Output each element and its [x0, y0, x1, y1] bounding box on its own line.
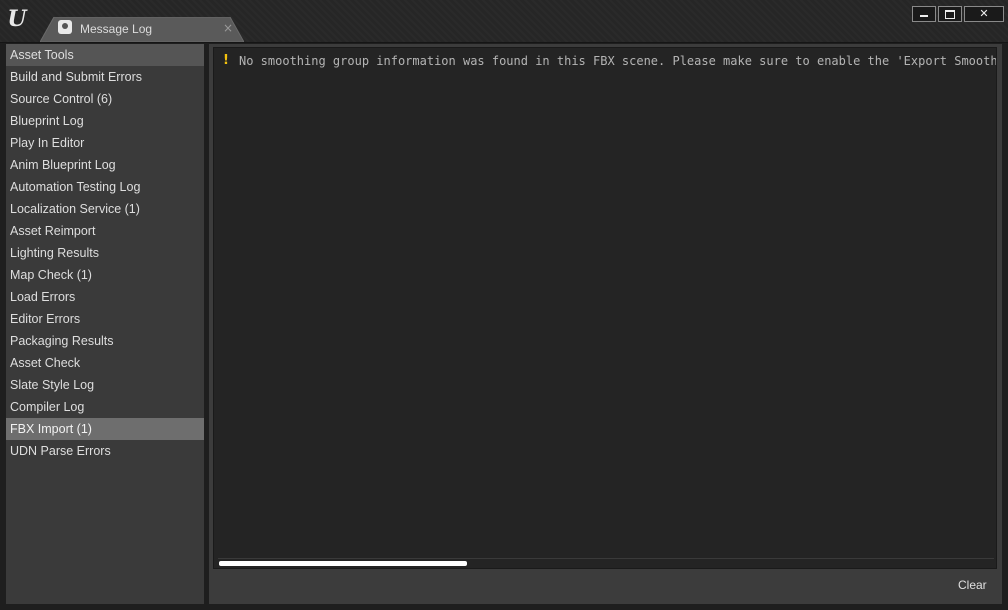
sidebar-item-map-check-1[interactable]: Map Check (1) [6, 264, 204, 286]
log-category-list: Asset Tools Build and Submit Errors Source… [6, 44, 204, 604]
minimize-icon [920, 15, 928, 17]
log-message-text: No smoothing group information was found… [239, 54, 997, 68]
sidebar-item-asset-check[interactable]: Asset Check [6, 352, 204, 374]
log-messages[interactable]: ! No smoothing group information was fou… [213, 47, 997, 569]
sidebar-item-asset-reimport[interactable]: Asset Reimport [6, 220, 204, 242]
maximize-button[interactable] [938, 6, 962, 22]
message-log-panel: ! No smoothing group information was fou… [209, 44, 1002, 604]
message-log-icon [58, 20, 72, 34]
minimize-button[interactable] [912, 6, 936, 22]
close-window-button[interactable]: ✕ [964, 6, 1004, 22]
tab-label: Message Log [80, 22, 153, 36]
sidebar-item-localization-service-1[interactable]: Localization Service (1) [6, 198, 204, 220]
sidebar-item-source-control-6[interactable]: Source Control (6) [6, 88, 204, 110]
sidebar-item-play-in-editor[interactable]: Play In Editor [6, 132, 204, 154]
horizontal-scrollbar[interactable] [218, 558, 994, 567]
title-bar[interactable]: U Message Log × ✕ [0, 0, 1008, 43]
sidebar-item-asset-tools[interactable]: Asset Tools [6, 44, 204, 66]
sidebar-item-blueprint-log[interactable]: Blueprint Log [6, 110, 204, 132]
close-icon: ✕ [979, 7, 989, 20]
sidebar-item-udn-parse-errors[interactable]: UDN Parse Errors [6, 440, 204, 462]
warning-icon: ! [223, 53, 229, 68]
sidebar-item-load-errors[interactable]: Load Errors [6, 286, 204, 308]
tab-message-log[interactable]: Message Log × [40, 17, 244, 42]
maximize-icon [945, 9, 955, 19]
window-controls: ✕ [912, 6, 1004, 22]
sidebar-item-compiler-log[interactable]: Compiler Log [6, 396, 204, 418]
sidebar-item-slate-style-log[interactable]: Slate Style Log [6, 374, 204, 396]
sidebar-item-fbx-import-1[interactable]: FBX Import (1) [6, 418, 204, 440]
close-tab-icon[interactable]: × [221, 20, 235, 36]
clear-button[interactable]: Clear [958, 576, 987, 594]
sidebar-item-editor-errors[interactable]: Editor Errors [6, 308, 204, 330]
sidebar-item-lighting-results[interactable]: Lighting Results [6, 242, 204, 264]
scrollbar-thumb[interactable] [219, 561, 467, 566]
sidebar-item-build-and-submit-errors[interactable]: Build and Submit Errors [6, 66, 204, 88]
unreal-logo-icon: U [7, 6, 27, 32]
sidebar-item-anim-blueprint-log[interactable]: Anim Blueprint Log [6, 154, 204, 176]
sidebar-item-automation-testing-log[interactable]: Automation Testing Log [6, 176, 204, 198]
sidebar-item-packaging-results[interactable]: Packaging Results [6, 330, 204, 352]
